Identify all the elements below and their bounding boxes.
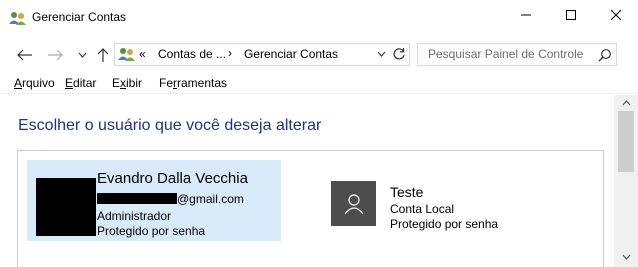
account-card-teste[interactable]: Teste Conta Local Protegido por senha xyxy=(318,160,568,241)
chevron-down-icon xyxy=(377,51,385,57)
main-content: Escolher o usuário que você deseja alter… xyxy=(0,95,614,267)
menu-item-exibir[interactable]: Exibir xyxy=(112,76,142,90)
address-field[interactable]: « Contas de ... › Gerenciar Contas xyxy=(114,43,410,66)
close-button[interactable] xyxy=(593,0,638,30)
minimize-icon xyxy=(520,14,531,16)
forward-button[interactable] xyxy=(46,46,64,64)
menu-item-editar[interactable]: Editar xyxy=(65,76,96,90)
users-control-panel-icon xyxy=(118,47,136,61)
avatar xyxy=(36,178,96,236)
menu-bar: Arquivo Editar Exibir Ferramentas xyxy=(0,72,638,94)
account-name: Teste xyxy=(390,184,424,200)
account-protection: Protegido por senha xyxy=(97,224,206,238)
minimize-button[interactable] xyxy=(503,0,548,30)
refresh-icon xyxy=(393,48,405,60)
arrow-right-icon xyxy=(48,49,63,61)
close-icon xyxy=(610,10,621,20)
maximize-icon xyxy=(565,10,576,20)
users-control-panel-icon xyxy=(9,11,27,25)
arrow-left-icon xyxy=(17,49,32,61)
account-name: Evandro Dalla Vecchia xyxy=(97,170,248,187)
recent-locations-button[interactable] xyxy=(75,46,89,64)
vertical-scrollbar[interactable] xyxy=(614,95,638,267)
arrow-up-icon xyxy=(97,48,109,62)
scrollbar-thumb[interactable] xyxy=(618,111,634,172)
window-title: Gerenciar Contas xyxy=(32,10,127,24)
scroll-up-button[interactable] xyxy=(614,95,638,111)
refresh-button[interactable] xyxy=(391,46,407,62)
redacted-email-block xyxy=(97,193,177,204)
breadcrumb-separator[interactable]: › xyxy=(228,46,232,60)
account-role: Administrador xyxy=(97,209,172,223)
breadcrumb-item-contas[interactable]: Contas de ... xyxy=(158,47,226,61)
up-button[interactable] xyxy=(94,46,112,64)
maximize-button[interactable] xyxy=(548,0,593,30)
search-input[interactable]: Pesquisar Painel de Controle xyxy=(417,43,617,66)
chevron-down-icon xyxy=(622,254,630,260)
avatar xyxy=(331,181,376,226)
search-placeholder: Pesquisar Painel de Controle xyxy=(428,47,584,61)
breadcrumb-overflow[interactable]: « xyxy=(139,47,146,61)
page-title: Escolher o usuário que você deseja alter… xyxy=(18,117,322,134)
user-icon xyxy=(344,193,363,214)
menu-item-arquivo[interactable]: Arquivo xyxy=(14,76,55,90)
scroll-down-button[interactable] xyxy=(614,249,638,265)
account-email-suffix: @gmail.com xyxy=(177,192,244,206)
menu-item-ferramentas[interactable]: Ferramentas xyxy=(159,76,227,90)
search-icon[interactable] xyxy=(598,48,612,62)
account-type: Conta Local xyxy=(390,202,455,216)
account-protection: Protegido por senha xyxy=(390,217,499,231)
navigation-bar: « Contas de ... › Gerenciar Contas Pesqu… xyxy=(0,40,638,70)
accounts-list: Evandro Dalla Vecchia @gmail.com Adminis… xyxy=(17,150,604,267)
account-email: @gmail.com xyxy=(97,192,244,206)
title-bar: Gerenciar Contas xyxy=(0,0,638,34)
back-button[interactable] xyxy=(16,46,34,64)
breadcrumb-item-gerenciar-contas[interactable]: Gerenciar Contas xyxy=(244,47,338,61)
chevron-up-icon xyxy=(622,100,630,106)
account-card-evandro[interactable]: Evandro Dalla Vecchia @gmail.com Adminis… xyxy=(27,160,281,241)
chevron-down-icon xyxy=(78,52,86,58)
address-dropdown-button[interactable] xyxy=(375,47,387,61)
